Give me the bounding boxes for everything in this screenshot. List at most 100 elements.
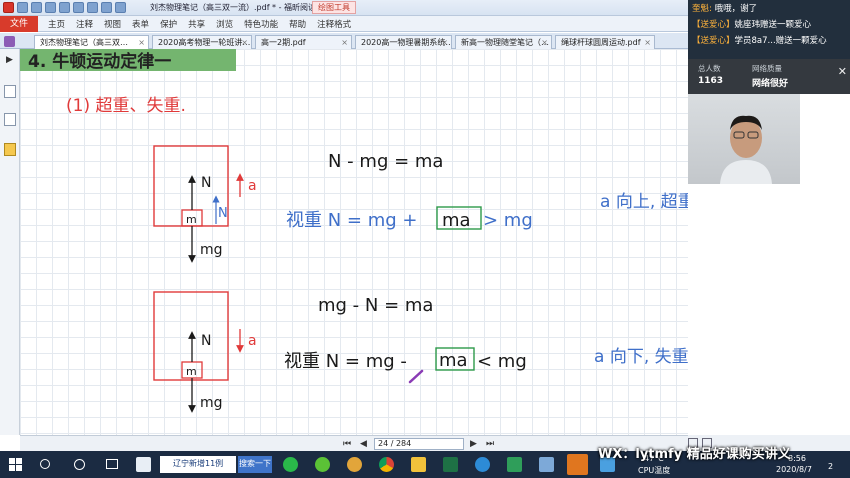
excel-icon[interactable] bbox=[443, 457, 458, 472]
app-logo-icon bbox=[3, 2, 14, 13]
webcam-view bbox=[688, 94, 800, 184]
menu-share[interactable]: 共享 bbox=[188, 18, 205, 30]
chrome-icon[interactable] bbox=[379, 457, 394, 472]
print-icon[interactable] bbox=[45, 2, 56, 13]
accel-label-1: a bbox=[248, 178, 257, 194]
open-icon[interactable] bbox=[17, 2, 28, 13]
wechat-icon[interactable] bbox=[283, 457, 298, 472]
next-page-button[interactable]: ▶ bbox=[470, 439, 477, 449]
status-bar: ⏮ ◀ 24 / 284 ▶ ⏭ bbox=[20, 435, 688, 451]
select-tool-icon[interactable] bbox=[115, 2, 126, 13]
file-menu-button[interactable]: 文件 bbox=[0, 15, 38, 32]
notification-badge[interactable]: 2 bbox=[828, 462, 833, 471]
doc-tab[interactable]: 2020高一物理暑期系统… × bbox=[355, 35, 452, 49]
page-thumbnail-icon[interactable] bbox=[4, 113, 16, 126]
weight-label-2: mg bbox=[200, 395, 223, 411]
title-bar: 刘杰物理笔记（高三双一流）.pdf * - 福昕阅读器 绘图工具 bbox=[0, 0, 688, 16]
browser-icon[interactable] bbox=[136, 457, 151, 472]
menu-view[interactable]: 视图 bbox=[104, 18, 121, 30]
watermark-text: WX：lytmfy 精品好课购买讲义 bbox=[598, 447, 791, 462]
document-canvas[interactable]: 4. 牛顿运动定律一 (1) 超重、失重. m N mg N a N - mg … bbox=[20, 49, 688, 435]
chat-message: 【送爱心】姚座玮赠送一颗爱心 bbox=[692, 20, 812, 30]
close-icon[interactable]: × bbox=[138, 36, 145, 49]
close-icon[interactable]: × bbox=[541, 36, 548, 49]
menu-comment-format[interactable]: 注释格式 bbox=[317, 18, 351, 30]
network-status: 网络很好 bbox=[752, 79, 789, 89]
equation-1: N - mg = ma bbox=[328, 151, 443, 172]
stream-stats-panel: 总人数 1163 网络质量 网络很好 ✕ bbox=[688, 59, 850, 94]
redo-icon[interactable] bbox=[87, 2, 98, 13]
menu-browse[interactable]: 浏览 bbox=[216, 18, 233, 30]
search-button[interactable]: 搜索一下 bbox=[238, 456, 272, 473]
doc-tab[interactable]: 新高一物理随堂笔记（… × bbox=[455, 35, 552, 49]
undo-icon[interactable] bbox=[73, 2, 84, 13]
mass-label-2: m bbox=[186, 365, 197, 378]
news-search-box[interactable]: 辽宁新增11例 bbox=[160, 456, 236, 473]
ribbon-menu: 主页 注释 视图 表单 保护 共享 浏览 特色功能 帮助 注释格式 bbox=[48, 18, 351, 30]
close-icon[interactable]: ✕ bbox=[838, 65, 847, 78]
prev-page-button[interactable]: ◀ bbox=[360, 439, 367, 449]
last-page-button[interactable]: ⏭ bbox=[486, 439, 494, 449]
doc-tab[interactable]: 绳球杆球圆周运动.pdf × bbox=[555, 35, 655, 49]
window-title: 刘杰物理笔记（高三双一流）.pdf * - 福昕阅读器 bbox=[150, 3, 325, 12]
menu-help[interactable]: 帮助 bbox=[289, 18, 306, 30]
mass-label-1: m bbox=[186, 213, 197, 226]
highlight-box-1-text: ma bbox=[442, 210, 471, 231]
email-icon[interactable] bbox=[59, 2, 70, 13]
foxit-reader-icon[interactable] bbox=[567, 454, 588, 475]
conclusion-1: a 向上, 超重. bbox=[600, 192, 688, 212]
app-menu-icon[interactable] bbox=[4, 36, 15, 47]
presenter-video bbox=[720, 115, 772, 184]
clock-date[interactable]: 2020/8/7 bbox=[776, 465, 812, 474]
viewers-count: 1163 bbox=[698, 76, 724, 86]
quick-access-toolbar bbox=[3, 2, 126, 13]
close-icon[interactable]: × bbox=[341, 36, 348, 49]
bookmark-icon[interactable] bbox=[4, 85, 16, 98]
network-label: 网络质量 bbox=[752, 64, 782, 73]
start-button-icon[interactable] bbox=[9, 458, 22, 471]
pen-cursor-icon bbox=[408, 369, 424, 384]
normal-label-1: N bbox=[201, 175, 211, 191]
cpu-temp-label: CPU温度 bbox=[638, 466, 671, 475]
apparent-weight-eq-1-prefix: 视重 N = mg + bbox=[286, 210, 417, 231]
menu-bar: 文件 主页 注释 视图 表单 保护 共享 浏览 特色功能 帮助 注释格式 bbox=[0, 15, 688, 32]
search-icon[interactable] bbox=[40, 459, 50, 469]
app-network-icon[interactable] bbox=[347, 457, 362, 472]
normal-label-2: N bbox=[201, 333, 211, 349]
menu-comment[interactable]: 注释 bbox=[76, 18, 93, 30]
highlight-box-2-text: ma bbox=[439, 350, 468, 371]
spreadsheet-icon[interactable] bbox=[507, 457, 522, 472]
chat-message: 【送爱心】学员8a7...赠送一颗爱心 bbox=[692, 36, 827, 46]
live-chat-panel: 奎魁: 哦哦，谢了 【送爱心】姚座玮赠送一颗爱心 【送爱心】学员8a7...赠送… bbox=[688, 0, 850, 59]
viewers-label: 总人数 bbox=[698, 64, 721, 73]
menu-protect[interactable]: 保护 bbox=[160, 18, 177, 30]
comment-panel-icon[interactable] bbox=[4, 143, 16, 156]
edge-icon[interactable] bbox=[475, 457, 490, 472]
page-number-field[interactable]: 24 / 284 bbox=[374, 438, 464, 450]
task-view-icon[interactable] bbox=[106, 459, 118, 469]
equation-2: mg - N = ma bbox=[318, 295, 433, 316]
close-icon[interactable]: × bbox=[441, 36, 448, 49]
handwritten-notes: (1) 超重、失重. m N mg N a N - mg = ma 视重 N =… bbox=[66, 96, 688, 413]
close-icon[interactable]: × bbox=[241, 36, 248, 49]
close-icon[interactable]: × bbox=[644, 36, 651, 49]
menu-home[interactable]: 主页 bbox=[48, 18, 65, 30]
cortana-icon[interactable] bbox=[74, 459, 85, 470]
first-page-button[interactable]: ⏮ bbox=[343, 439, 351, 449]
menu-features[interactable]: 特色功能 bbox=[244, 18, 278, 30]
apparent-weight-eq-2-suffix: < mg bbox=[477, 351, 527, 372]
menu-form[interactable]: 表单 bbox=[132, 18, 149, 30]
chat-message: 奎魁: 哦哦，谢了 bbox=[692, 4, 758, 14]
file-explorer-icon[interactable] bbox=[411, 457, 426, 472]
doc-tab[interactable]: 刘杰物理笔记（高三双… × bbox=[34, 35, 149, 49]
doc-tab[interactable]: 高一2期.pdf × bbox=[255, 35, 352, 49]
subheading-text: (1) 超重、失重. bbox=[66, 96, 186, 116]
save-icon[interactable] bbox=[31, 2, 42, 13]
image-viewer-icon[interactable] bbox=[539, 457, 554, 472]
hand-tool-icon[interactable] bbox=[101, 2, 112, 13]
doc-tab[interactable]: 2020高考物理一轮班讲… × bbox=[152, 35, 252, 49]
document-tab-strip: 刘杰物理笔记（高三双… × 2020高考物理一轮班讲… × 高一2期.pdf × 20… bbox=[0, 33, 688, 49]
expand-panel-icon[interactable]: ▶ bbox=[6, 55, 13, 65]
tab-drawing-tools[interactable]: 绘图工具 bbox=[312, 1, 356, 14]
app-green-icon[interactable] bbox=[315, 457, 330, 472]
